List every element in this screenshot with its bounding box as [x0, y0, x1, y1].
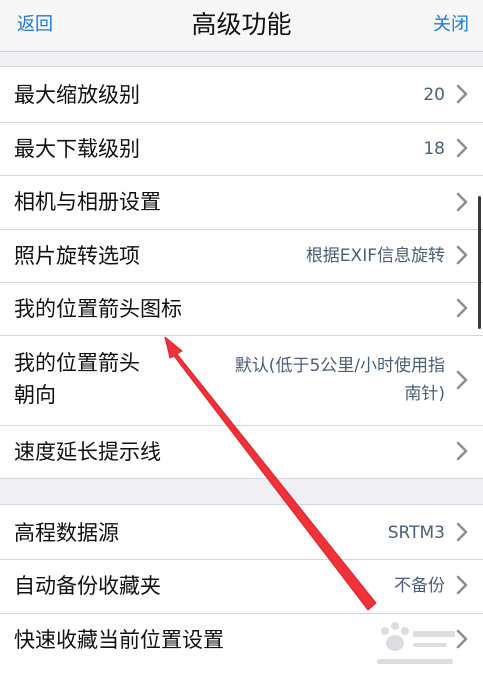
close-button[interactable]: 关闭 [433, 13, 469, 37]
row-camera-album-settings[interactable]: 相机与相册设置 [0, 175, 483, 229]
scroll-indicator[interactable] [478, 196, 481, 329]
row-label: 相机与相册设置 [14, 190, 161, 214]
chevron-right-icon [453, 521, 471, 543]
navigation-bar: 返回 高级功能 关闭 [0, 0, 483, 52]
row-label: 自动备份收藏夹 [14, 574, 161, 598]
row-photo-rotation[interactable]: 照片旋转选项 根据EXIF信息旋转 [0, 229, 483, 282]
row-label: 最大缩放级别 [14, 83, 140, 107]
page-title: 高级功能 [191, 10, 292, 39]
row-elevation-data-source[interactable]: 高程数据源 SRTM3 [0, 505, 483, 559]
chevron-right-icon [453, 574, 471, 596]
chevron-right-icon [453, 440, 471, 462]
row-label: 高程数据源 [14, 521, 119, 545]
row-value-line1: 默认(低于5公里/小时使用指 [234, 356, 445, 376]
chevron-right-icon [453, 369, 471, 391]
chevron-right-icon [453, 83, 471, 105]
row-value: 20 [423, 85, 445, 105]
row-location-arrow-orientation[interactable]: 我的位置箭头 朝向 默认(低于5公里/小时使用指 南针) [0, 335, 483, 425]
row-label: 照片旋转选项 [14, 244, 140, 268]
row-label: 最大下载级别 [14, 137, 140, 161]
settings-group-display: 最大缩放级别 20 最大下载级别 18 相机与相册设置 照片旋转选项 根据EXI… [0, 66, 483, 479]
row-value: 不备份 [394, 576, 445, 596]
row-label-line2: 朝向 [14, 383, 56, 407]
row-value: 18 [423, 139, 445, 159]
row-label-line1: 我的位置箭头 [14, 351, 140, 375]
row-max-zoom-level[interactable]: 最大缩放级别 20 [0, 67, 483, 122]
row-value: SRTM3 [387, 523, 445, 543]
row-auto-backup-favorites[interactable]: 自动备份收藏夹 不备份 [0, 559, 483, 613]
baidu-paw-watermark [377, 622, 455, 664]
chevron-right-icon [453, 191, 471, 213]
row-speed-extension-line[interactable]: 速度延长提示线 [0, 425, 483, 478]
row-label: 快速收藏当前位置设置 [14, 628, 224, 652]
chevron-right-icon [453, 297, 471, 319]
row-value-line2: 南针) [404, 384, 445, 404]
row-location-arrow-icon[interactable]: 我的位置箭头图标 [0, 282, 483, 335]
chevron-right-icon [453, 244, 471, 266]
row-label: 速度延长提示线 [14, 440, 161, 464]
chevron-right-icon [453, 137, 471, 159]
row-max-download-level[interactable]: 最大下载级别 18 [0, 122, 483, 175]
row-label: 我的位置箭头图标 [14, 297, 182, 321]
row-value: 根据EXIF信息旋转 [305, 246, 445, 266]
